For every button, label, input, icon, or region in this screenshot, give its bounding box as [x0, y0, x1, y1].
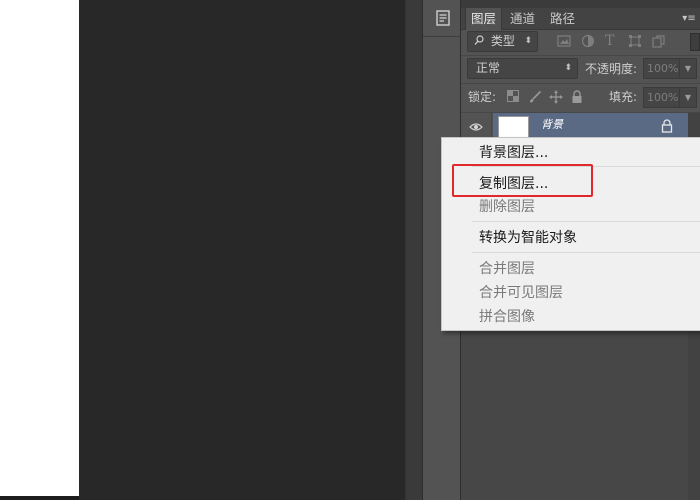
document-canvas[interactable] [0, 0, 79, 496]
filter-type-icon[interactable]: T [605, 34, 621, 50]
panel-title-bar[interactable] [461, 0, 700, 8]
lock-position-icon[interactable] [549, 90, 563, 104]
eye-icon [469, 122, 483, 131]
tool-strip-divider [423, 36, 462, 37]
lock-all-icon[interactable] [571, 90, 585, 104]
opacity-label: 不透明度: [585, 62, 638, 76]
panel-tab-bar: 图层 通道 路径 ▾≡ [461, 8, 700, 30]
panel-gutter [405, 0, 422, 500]
fill-label: 填充: [609, 90, 638, 104]
menu-item-flatten-image: 拼合图像 [479, 309, 535, 325]
layer-filter-select[interactable]: 类型 ⬍ [467, 31, 538, 52]
layer-visibility-toggle[interactable] [461, 113, 492, 140]
fill-dropdown-button[interactable]: ▼ [680, 87, 697, 108]
canvas-scroll-edge [0, 496, 79, 500]
panel-menu-icon[interactable]: ▾≡ [681, 11, 697, 27]
chevron-updown-icon: ⬍ [564, 63, 572, 73]
layer-context-menu: 背景图层... 复制图层... 删除图层 转换为智能对象 合并图层 合并可见图层… [441, 137, 700, 331]
lock-icon [661, 119, 675, 133]
menu-separator [472, 221, 700, 222]
menu-separator [472, 252, 700, 253]
layer-thumbnail[interactable] [498, 116, 529, 138]
properties-panel-icon[interactable] [432, 7, 454, 29]
menu-item-convert-to-smart-object[interactable]: 转换为智能对象 [443, 226, 700, 250]
blend-mode-value: 正常 [476, 61, 501, 75]
layer-row-background[interactable]: 背景 [461, 113, 688, 140]
filter-shape-icon[interactable] [628, 34, 644, 50]
lock-transparent-pixels-icon[interactable] [507, 90, 521, 104]
chevron-updown-icon: ⬍ [524, 36, 532, 46]
filter-adjustment-icon[interactable] [581, 34, 597, 50]
blend-mode-select[interactable]: 正常 ⬍ [467, 58, 578, 79]
menu-item-delete-layer: 删除图层 [479, 199, 535, 215]
lock-label: 锁定: [468, 90, 497, 104]
layer-name[interactable]: 背景 [541, 117, 563, 133]
tab-channels[interactable]: 通道 [505, 8, 540, 30]
row-divider [461, 55, 700, 56]
filter-pixel-icon[interactable] [557, 34, 573, 50]
search-icon [474, 35, 484, 45]
workspace-background [79, 0, 405, 500]
opacity-input[interactable]: 100% [643, 58, 680, 79]
filter-toggle-switch[interactable] [690, 33, 700, 51]
fill-input[interactable]: 100% [643, 87, 680, 108]
menu-item-merge-visible: 合并可见图层 [479, 285, 563, 301]
lock-image-pixels-icon[interactable] [528, 90, 542, 104]
tab-layers[interactable]: 图层 [465, 8, 503, 30]
menu-item-merge-layers: 合并图层 [479, 261, 535, 277]
tab-paths[interactable]: 路径 [545, 8, 580, 30]
row-divider [461, 83, 700, 84]
opacity-dropdown-button[interactable]: ▼ [680, 58, 697, 79]
filter-label: 类型 [490, 34, 515, 48]
layer-item-selected[interactable]: 背景 [493, 113, 688, 140]
menu-item-duplicate-layer[interactable]: 复制图层... [443, 172, 700, 196]
menu-separator [472, 166, 700, 167]
filter-smart-object-icon[interactable] [652, 34, 668, 50]
menu-item-background-layer[interactable]: 背景图层... [443, 141, 700, 165]
